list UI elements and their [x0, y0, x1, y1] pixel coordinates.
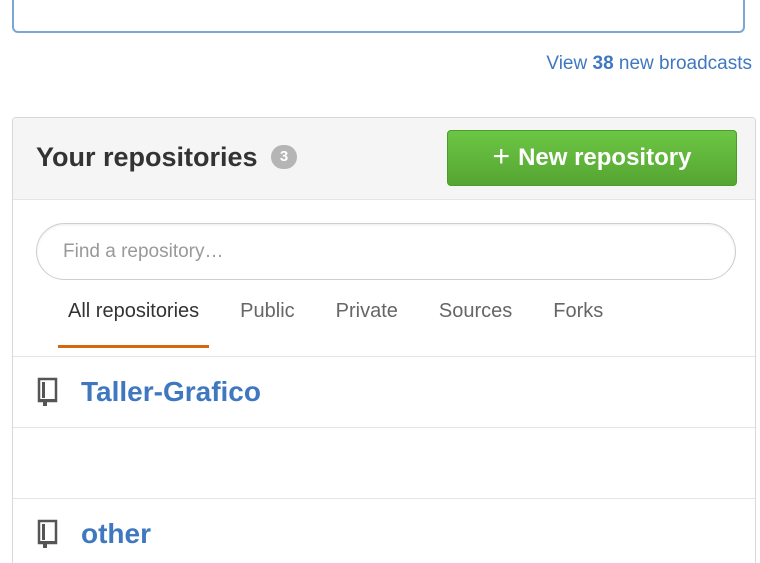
tab-public[interactable]: Public — [230, 300, 304, 348]
broadcasts-suffix: new broadcasts — [618, 53, 752, 74]
new-repository-button[interactable]: + New repository — [447, 130, 737, 186]
repositories-filter: All repositories Public Private Sources … — [13, 200, 755, 357]
repo-list-item-empty — [13, 428, 755, 499]
broadcasts-count: 38 — [592, 53, 614, 74]
repo-link[interactable]: Taller-Grafico — [81, 376, 261, 408]
news-feed-box-bottom — [12, 0, 745, 33]
repo-list-item: Taller-Grafico — [13, 357, 755, 428]
repositories-panel-header: Your repositories 3 + New repository — [13, 118, 755, 200]
find-repository-input[interactable] — [36, 223, 736, 280]
repo-link[interactable]: other — [81, 518, 151, 550]
tab-sources[interactable]: Sources — [429, 300, 522, 348]
tab-all-repositories[interactable]: All repositories — [58, 300, 210, 348]
repositories-title: Your repositories 3 — [36, 142, 298, 173]
dashboard-sidebar: View 38 new broadcasts Your repositories… — [0, 0, 760, 563]
new-repository-label: New repository — [518, 144, 692, 171]
repo-book-icon — [37, 377, 58, 406]
repo-book-icon — [37, 519, 58, 548]
repository-filter-tabs: All repositories Public Private Sources … — [58, 300, 634, 348]
repositories-count-badge: 3 — [271, 144, 298, 169]
repo-list-item: other — [13, 499, 755, 563]
tab-forks[interactable]: Forks — [543, 300, 613, 348]
broadcasts-prefix: View — [546, 53, 588, 74]
repositories-title-text: Your repositories — [36, 142, 258, 172]
repositories-panel: Your repositories 3 + New repository All… — [12, 117, 756, 563]
tab-private[interactable]: Private — [326, 300, 408, 348]
view-broadcasts-link[interactable]: View 38 new broadcasts — [546, 53, 752, 75]
plus-icon: + — [492, 139, 511, 173]
